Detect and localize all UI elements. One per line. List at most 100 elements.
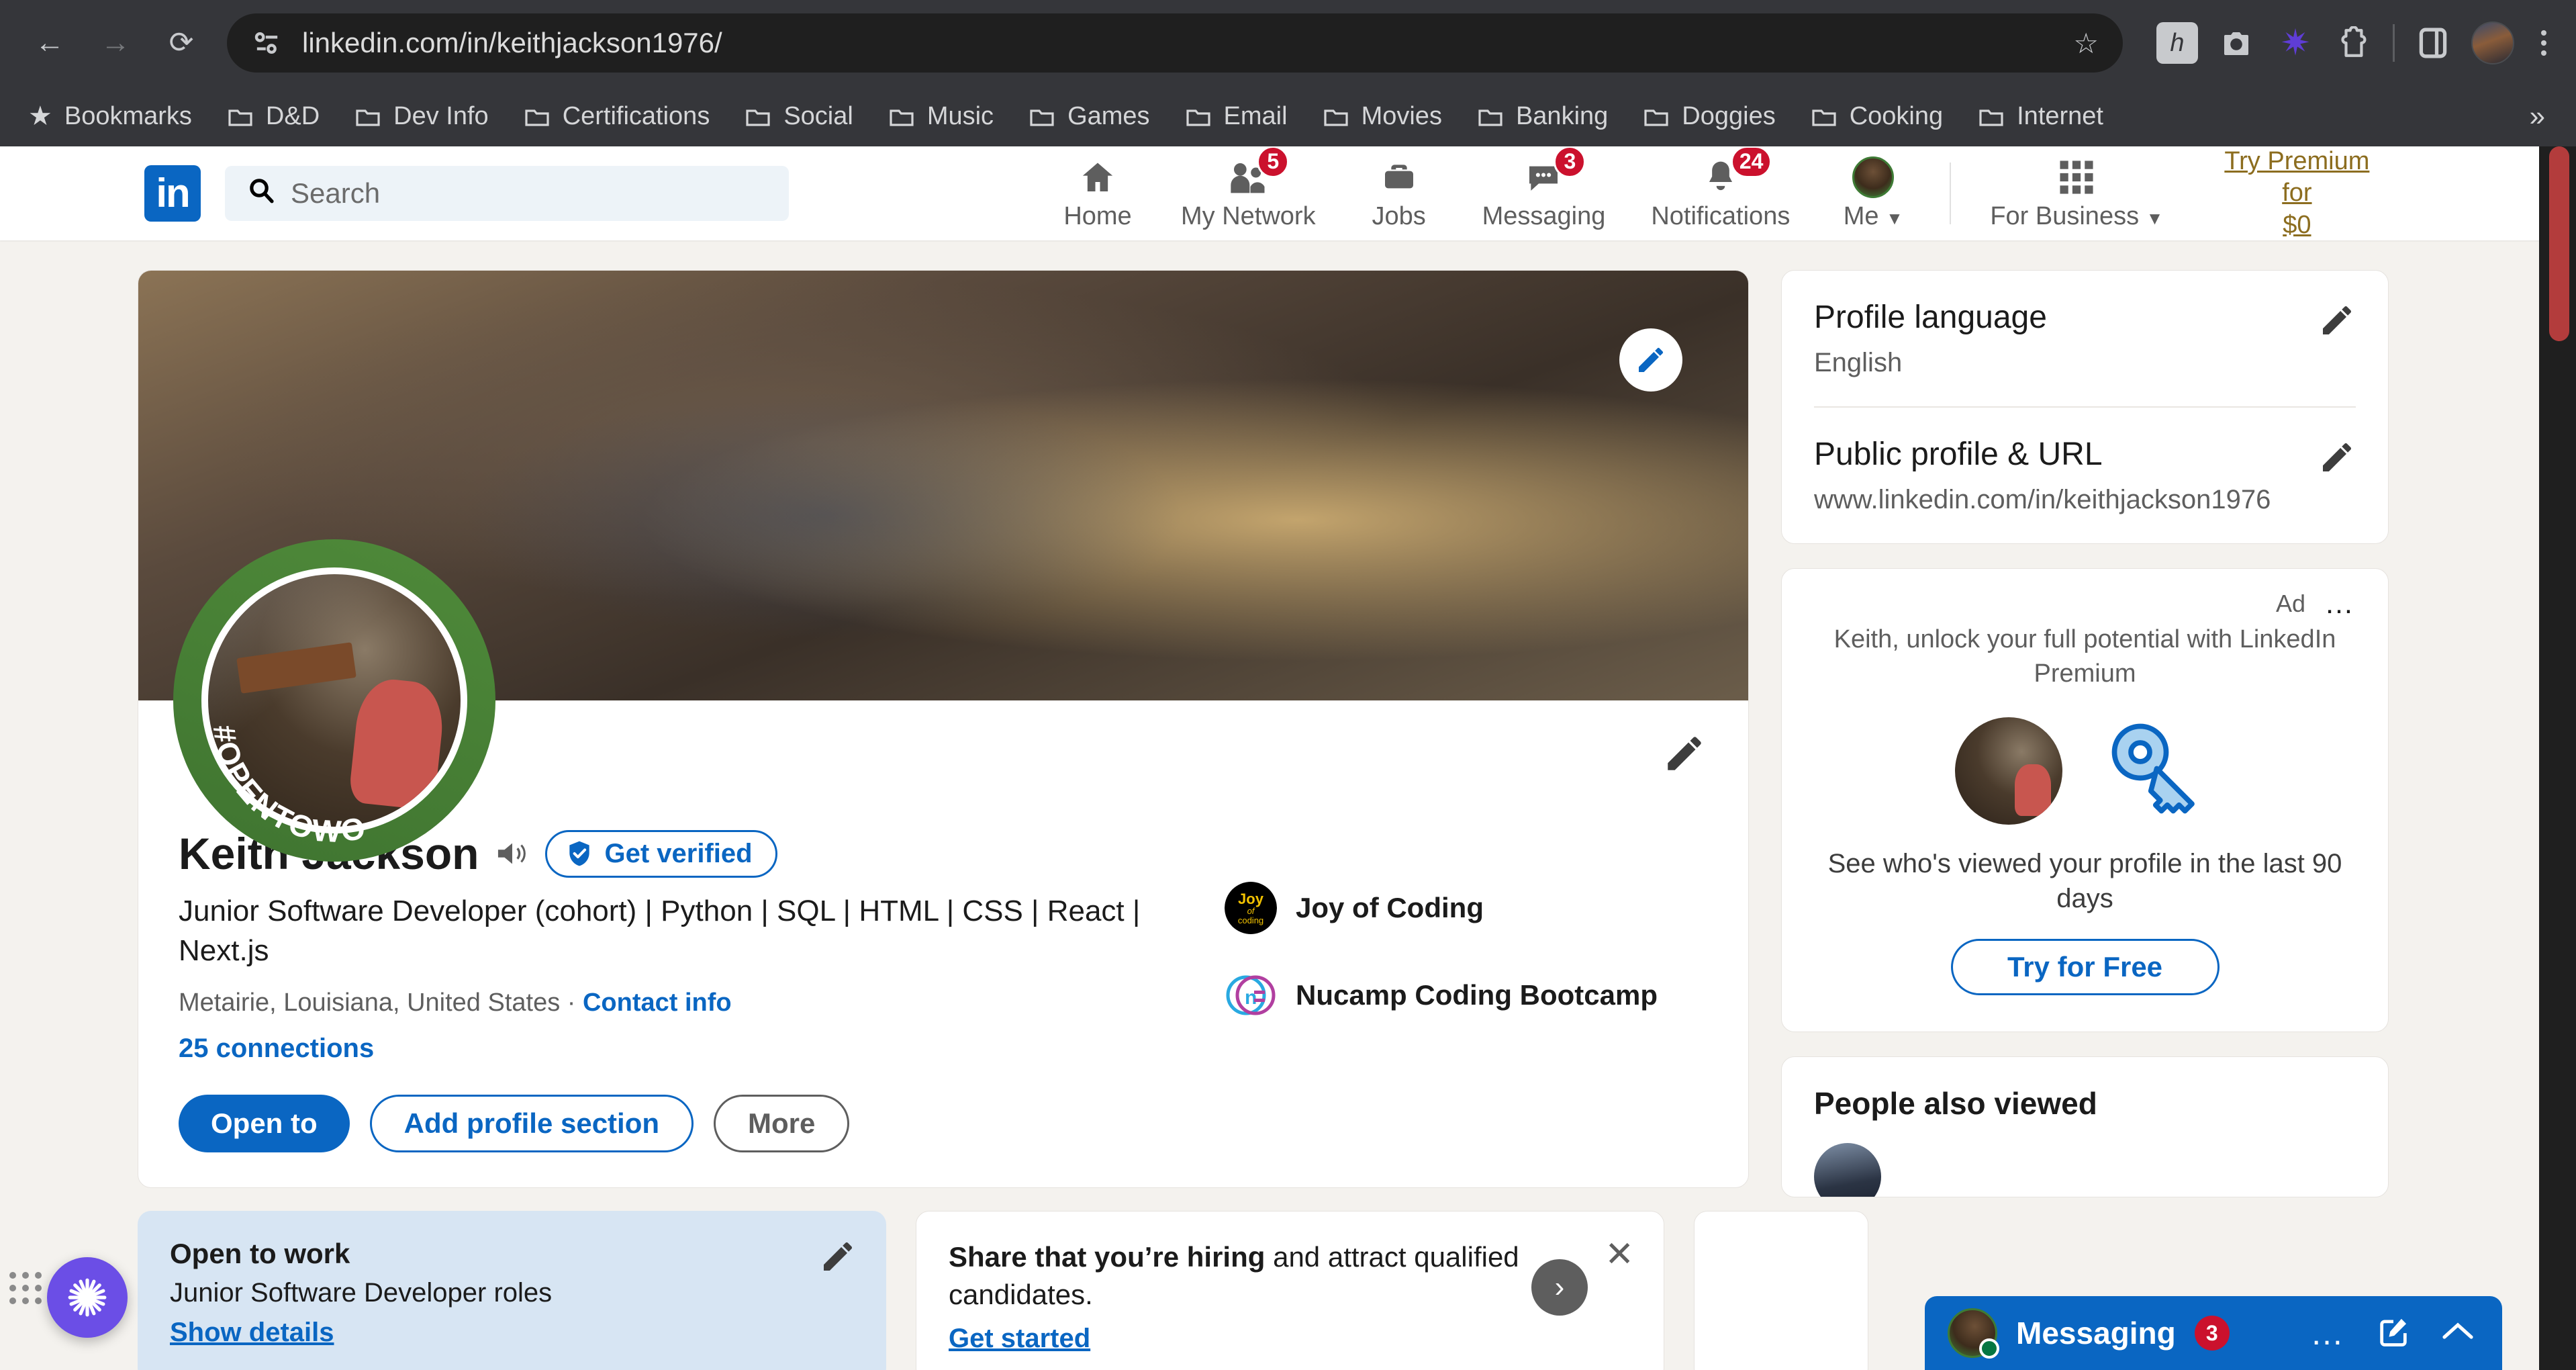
try-for-free-button[interactable]: Try for Free [1950, 938, 2220, 995]
nav-label: Messaging [1482, 201, 1606, 230]
nav-item-me[interactable]: Me ▼ [1813, 146, 1934, 241]
edit-public-profile-button[interactable] [2318, 439, 2356, 476]
svg-text:coding: coding [1238, 915, 1263, 925]
folder-icon [356, 109, 380, 126]
chevron-up-icon[interactable] [2440, 1318, 2475, 1349]
folder-icon [1323, 109, 1348, 126]
bookmarks-overflow-icon[interactable]: » [2530, 100, 2553, 132]
nav-item-for-business[interactable]: For Business ▼ [1967, 146, 2186, 241]
verify-label: Get verified [604, 838, 753, 868]
get-started-link[interactable]: Get started [949, 1324, 1090, 1354]
site-settings-icon[interactable] [250, 26, 285, 60]
organizations-list: Joy of coding Joy of Coding n Nucamp Codin… [1225, 882, 1708, 1056]
online-status-indicator [1979, 1338, 1999, 1359]
bookmark-label: Email [1223, 101, 1288, 130]
carousel-next-button[interactable]: › [1531, 1259, 1588, 1316]
bookmark-folder-certifications[interactable]: Certifications [506, 93, 728, 140]
folder-icon [1030, 109, 1054, 126]
edit-profile-button[interactable] [1661, 730, 1708, 777]
organization-nucamp[interactable]: n Nucamp Coding Bootcamp [1225, 969, 1708, 1021]
compose-message-icon[interactable] [2376, 1314, 2411, 1353]
more-options-icon[interactable]: … [2310, 1316, 2346, 1350]
bookmark-folder-doggies[interactable]: Doggies [1625, 93, 1793, 140]
verified-shield-icon [569, 841, 589, 866]
nav-item-jobs[interactable]: Jobs [1339, 146, 1460, 241]
bookmark-folder-games[interactable]: Games [1011, 93, 1167, 140]
bookmark-folder-cooking[interactable]: Cooking [1793, 93, 1960, 140]
bookmark-folder-email[interactable]: Email [1167, 93, 1305, 140]
avatar[interactable]: #OPENTOWORK #OPENTOWORK [173, 539, 495, 862]
bookmark-folder-banking[interactable]: Banking [1460, 93, 1625, 140]
scrollbar-thumb[interactable] [2549, 146, 2569, 341]
reload-icon[interactable]: ⟳ [152, 13, 211, 73]
ad-label: Ad [2275, 590, 2305, 617]
nav-label: Notifications [1651, 201, 1791, 230]
bookmark-folder-dnd[interactable]: D&D [209, 93, 337, 140]
premium-line-2: $0 [2283, 210, 2311, 239]
side-panel-icon[interactable] [2412, 22, 2454, 64]
ad-options-icon[interactable]: … [2324, 589, 2356, 619]
next-card-partial[interactable] [1694, 1210, 1868, 1370]
add-profile-section-button[interactable]: Add profile section [369, 1094, 694, 1152]
edit-pencil-icon[interactable] [819, 1238, 857, 1275]
profile-strip-carousel: Open to work Junior Software Developer r… [138, 1210, 1868, 1370]
nav-item-my-network[interactable]: 5 My Network [1158, 146, 1339, 241]
messaging-icon: 3 [1524, 146, 1586, 198]
profile-language-row: Profile language English [1814, 299, 2356, 378]
contact-info-link[interactable]: Contact info [583, 989, 732, 1017]
address-bar[interactable]: linkedin.com/in/keithjackson1976/ ☆ [227, 13, 2123, 73]
svg-text:of: of [1247, 906, 1255, 916]
screenshot-extension-icon[interactable] [2215, 22, 2257, 64]
bookmark-folder-music[interactable]: Music [871, 93, 1011, 140]
try-premium-link[interactable]: Try Premium for $0 [2206, 146, 2387, 241]
scrollbar-track[interactable] [2539, 146, 2576, 1370]
search-input[interactable]: Search [225, 166, 789, 221]
bookmark-root[interactable]: ★ Bookmarks [23, 93, 209, 140]
nav-item-home[interactable]: Home [1037, 146, 1158, 241]
edit-cover-button[interactable] [1619, 328, 1682, 392]
chevron-down-icon: ▼ [2146, 208, 2164, 228]
speaker-icon[interactable] [495, 838, 529, 869]
browser-toolbar: ← → ⟳ linkedin.com/in/keithjackson1976/ … [0, 0, 2576, 86]
assistant-orb-icon[interactable] [47, 1257, 128, 1338]
browser-profile-avatar[interactable] [2471, 21, 2514, 64]
bookmark-folder-dev-info[interactable]: Dev Info [337, 93, 506, 140]
messaging-dock[interactable]: Messaging 3 … [1925, 1296, 2502, 1370]
forward-arrow-icon[interactable]: → [86, 13, 145, 73]
extensions-area: h ✷ [2139, 21, 2556, 64]
bookmark-folder-movies[interactable]: Movies [1305, 93, 1460, 140]
key-icon [2111, 723, 2195, 813]
grid-apps-icon [2058, 156, 2095, 198]
honey-extension-icon[interactable]: h [2156, 22, 2198, 64]
profile-language-title: Profile language [1814, 300, 2047, 335]
grammarly-extension-icon[interactable]: ✷ [2275, 22, 2316, 64]
close-x-icon[interactable]: ✕ [1605, 1234, 1634, 1275]
profile-body: #OPENTOWORK #OPENTOWORK Keith Jackson [138, 539, 1748, 1187]
drag-grid-icon[interactable] [9, 1272, 42, 1304]
profile-card: #OPENTOWORK #OPENTOWORK Keith Jackson [138, 270, 1749, 1188]
organization-joy-of-coding[interactable]: Joy of coding Joy of Coding [1225, 882, 1708, 934]
right-sidebar: Profile language English Public profile … [1781, 270, 2389, 1370]
linkedin-logo-icon[interactable]: in [144, 165, 201, 222]
open-to-button[interactable]: Open to [179, 1094, 350, 1152]
open-to-work-card[interactable]: Open to work Junior Software Developer r… [138, 1210, 886, 1370]
bookmark-label: Internet [2017, 101, 2103, 130]
list-item[interactable] [1814, 1142, 2356, 1197]
nav-item-notifications[interactable]: 24 Notifications [1628, 146, 1813, 241]
bookmark-star-icon[interactable]: ☆ [2073, 27, 2103, 60]
back-arrow-icon[interactable]: ← [20, 13, 79, 73]
edit-profile-language-button[interactable] [2318, 302, 2356, 339]
ad-user-avatar [1954, 717, 2062, 825]
get-verified-button[interactable]: Get verified [544, 829, 777, 878]
more-button[interactable]: More [714, 1094, 850, 1152]
chrome-menu-icon[interactable] [2532, 30, 2556, 56]
bookmark-folder-internet[interactable]: Internet [1960, 93, 2121, 140]
bookmark-folder-social[interactable]: Social [727, 93, 871, 140]
extensions-puzzle-icon[interactable] [2334, 22, 2375, 64]
nav-item-messaging[interactable]: 3 Messaging [1460, 146, 1629, 241]
show-details-link[interactable]: Show details [170, 1318, 334, 1348]
location-text: Metairie, Louisiana, United States · [179, 988, 583, 1017]
svg-text:Joy: Joy [1238, 890, 1264, 907]
notifications-badge: 24 [1730, 146, 1772, 178]
messaging-dock-badge: 3 [2194, 1316, 2230, 1351]
